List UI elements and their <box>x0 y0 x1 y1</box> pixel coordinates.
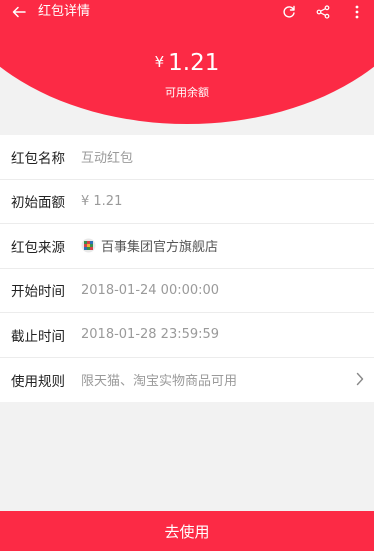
page-title: 红包详情 <box>38 4 91 19</box>
row-label: 使用规则 <box>11 373 65 390</box>
store-logo-icon <box>81 238 96 253</box>
share-icon <box>316 5 330 19</box>
row-label: 红包名称 <box>11 150 65 167</box>
use-now-button[interactable]: 去使用 <box>0 511 374 551</box>
back-arrow-icon <box>12 6 26 18</box>
row-label: 开始时间 <box>11 284 65 301</box>
more-vert-icon <box>355 5 359 19</box>
details-list: 红包名称 互动红包 初始面额 ¥ 1.21 红包来源 百事集团官方旗舰店 开始时… <box>0 135 374 402</box>
row-label: 初始面额 <box>11 195 65 212</box>
row-value: 2018-01-24 00:00:00 <box>81 282 220 298</box>
detail-row-name: 红包名称 互动红包 <box>0 135 374 180</box>
row-value: ¥ 1.21 <box>81 193 123 209</box>
more-button[interactable] <box>346 0 368 24</box>
detail-row-usage-rules[interactable]: 使用规则 限天猫、淘宝实物商品可用 <box>0 358 374 403</box>
share-button[interactable] <box>312 0 334 24</box>
detail-row-end-time: 截止时间 2018-01-28 23:59:59 <box>0 313 374 358</box>
detail-row-source: 红包来源 百事集团官方旗舰店 <box>0 224 374 269</box>
currency-symbol: ¥ <box>154 53 165 71</box>
detail-row-initial-amount: 初始面额 ¥ 1.21 <box>0 180 374 224</box>
detail-row-start-time: 开始时间 2018-01-24 00:00:00 <box>0 269 374 313</box>
amount-value: 1.21 <box>168 50 220 76</box>
row-value: 互动红包 <box>81 151 134 167</box>
row-label: 红包来源 <box>11 239 65 256</box>
row-value: 百事集团官方旗舰店 <box>81 236 218 255</box>
refresh-icon <box>283 5 295 18</box>
balance-amount: ¥1.21 <box>0 50 374 76</box>
row-value: 限天猫、淘宝实物商品可用 <box>81 374 238 390</box>
back-button[interactable] <box>0 0 38 24</box>
store-name: 百事集团官方旗舰店 <box>101 240 219 256</box>
top-bar: 红包详情 <box>0 0 374 24</box>
balance-banner: ¥1.21 可用余额 <box>0 24 374 132</box>
row-value: 2018-01-28 23:59:59 <box>81 327 220 343</box>
chevron-right-icon <box>356 372 364 385</box>
row-label: 截止时间 <box>11 328 65 345</box>
balance-label: 可用余额 <box>165 86 209 99</box>
refresh-button[interactable] <box>278 0 300 24</box>
